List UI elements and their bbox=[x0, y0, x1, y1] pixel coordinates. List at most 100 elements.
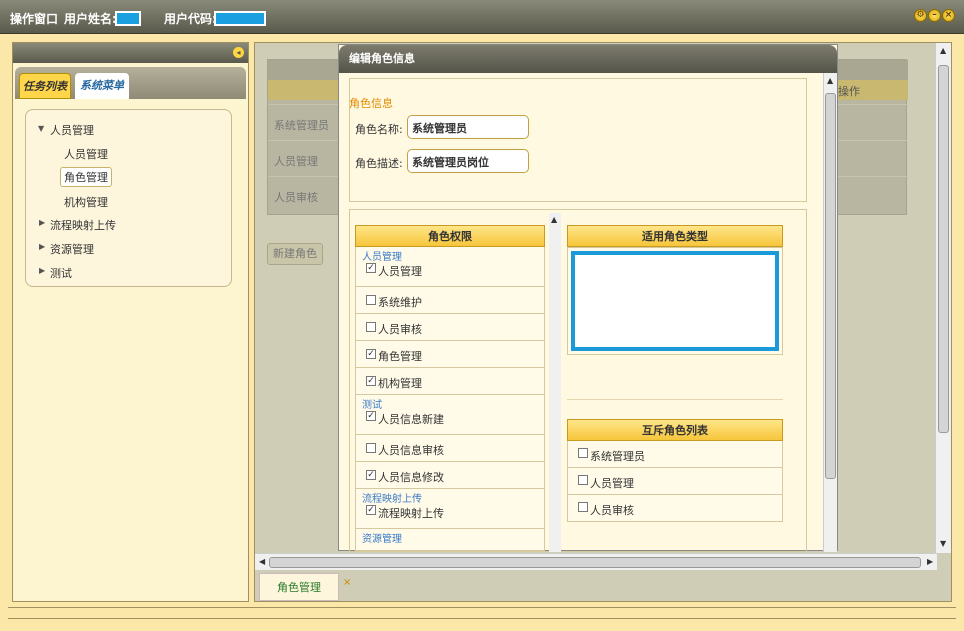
collapse-icon[interactable]: ◂ bbox=[233, 47, 244, 58]
checkbox[interactable] bbox=[366, 322, 376, 332]
mutex-row[interactable]: 人员审核 bbox=[567, 495, 783, 522]
dialog-scrollbar[interactable]: ▲ bbox=[823, 73, 837, 552]
inner-scrollbar[interactable]: ▲ bbox=[549, 213, 561, 552]
mutex-header: 互斥角色列表 bbox=[567, 419, 783, 441]
checkbox[interactable]: ✓ bbox=[366, 349, 376, 359]
permission-row[interactable]: ✓ 角色管理 bbox=[355, 341, 545, 368]
tab-task-list[interactable]: 任务列表 bbox=[19, 73, 71, 99]
checkbox[interactable] bbox=[578, 502, 588, 512]
group-label: 人员管理 bbox=[362, 252, 402, 263]
menu-tree: ▼ 人员管理 人员管理 角色管理 机构管理 ▶ 流程映射上传 ▶ 资源管理 ▶ … bbox=[25, 109, 232, 287]
user-code-label: 用户代码: bbox=[164, 12, 217, 26]
permission-label: 人员信息审核 bbox=[378, 444, 444, 457]
permission-row[interactable]: ✓ 人员信息修改 bbox=[355, 462, 545, 489]
permission-row[interactable]: 系统维护 bbox=[355, 287, 545, 314]
mutex-row[interactable]: 人员管理 bbox=[567, 468, 783, 495]
window-label: 操作窗口 bbox=[10, 12, 59, 26]
tree-item-role[interactable]: 角色管理 bbox=[60, 167, 112, 187]
minimize-icon[interactable]: – bbox=[928, 9, 941, 22]
checkbox[interactable]: ✓ bbox=[366, 411, 376, 421]
permission-row[interactable]: 流程映射上传 ✓ 流程映射上传 bbox=[355, 489, 545, 529]
tree-item-user[interactable]: 人员管理 bbox=[64, 146, 108, 162]
edit-role-dialog: 编辑角色信息 ▲ 角色信息 角色名称: 系统管理员 角色描述: 系统管理员岗位 … bbox=[338, 44, 838, 552]
checkbox[interactable]: ✓ bbox=[366, 263, 376, 273]
left-panel-header: ◂ bbox=[13, 43, 248, 63]
settings-icon[interactable]: ⚙ bbox=[914, 9, 927, 22]
permissions-table: 角色权限 人员管理 ✓ 人员管理 系统维护 人员审核 ✓ 角色管理 ✓ 机构管理… bbox=[355, 225, 545, 551]
checkbox[interactable] bbox=[578, 448, 588, 458]
action-header: 操作 bbox=[838, 85, 860, 98]
tab-role-management[interactable]: 角色管理 bbox=[259, 573, 339, 601]
role-name-input[interactable]: 系统管理员 bbox=[407, 115, 529, 139]
role-desc-input[interactable]: 系统管理员岗位 bbox=[407, 149, 529, 173]
checkbox[interactable]: ✓ bbox=[366, 470, 376, 480]
scroll-up-icon[interactable]: ▲ bbox=[940, 46, 946, 55]
permission-row[interactable]: 资源管理 bbox=[355, 529, 545, 551]
permission-label: 人员信息修改 bbox=[378, 471, 444, 484]
group-label: 流程映射上传 bbox=[362, 494, 422, 505]
scroll-thumb[interactable] bbox=[825, 93, 836, 479]
close-icon[interactable]: × bbox=[942, 9, 955, 22]
permission-label: 人员管理 bbox=[378, 265, 422, 278]
close-tab-icon[interactable]: × bbox=[343, 577, 351, 588]
scroll-thumb[interactable] bbox=[269, 557, 921, 568]
user-code-value bbox=[214, 11, 266, 26]
role-type-list bbox=[567, 247, 783, 355]
permission-label: 机构管理 bbox=[378, 377, 422, 390]
permission-row[interactable]: ✓ 机构管理 bbox=[355, 368, 545, 395]
checkbox[interactable] bbox=[578, 475, 588, 485]
permission-label: 流程映射上传 bbox=[378, 507, 444, 520]
checkbox[interactable]: ✓ bbox=[366, 376, 376, 386]
scroll-down-icon[interactable]: ▼ bbox=[940, 539, 946, 548]
scroll-left-icon[interactable]: ◀ bbox=[259, 557, 265, 566]
new-role-button[interactable]: 新建角色 bbox=[267, 243, 323, 265]
tab-system-menu[interactable]: 系统菜单 bbox=[75, 73, 129, 99]
permission-row[interactable]: 人员信息审核 bbox=[355, 435, 545, 462]
group-label: 测试 bbox=[362, 400, 382, 411]
scroll-up-icon[interactable]: ▲ bbox=[551, 215, 557, 224]
role-type-header: 适用角色类型 bbox=[567, 225, 783, 247]
scroll-right-icon[interactable]: ▶ bbox=[927, 557, 933, 566]
tree-item-org[interactable]: 机构管理 bbox=[64, 194, 108, 210]
tree-item-flow[interactable]: 流程映射上传 bbox=[50, 217, 116, 233]
caret-right-icon[interactable]: ▶ bbox=[39, 266, 45, 275]
checkbox[interactable] bbox=[366, 295, 376, 305]
left-tabs: 任务列表 系统菜单 bbox=[15, 67, 246, 99]
desc-label: 角色描述: bbox=[355, 157, 403, 170]
permission-label: 人员审核 bbox=[378, 323, 422, 336]
mutex-label: 系统管理员 bbox=[590, 450, 645, 463]
caret-right-icon[interactable]: ▶ bbox=[39, 242, 45, 251]
mutex-row[interactable]: 系统管理员 bbox=[567, 441, 783, 468]
section-legend: 角色信息 bbox=[349, 97, 393, 110]
tree-item-test[interactable]: 测试 bbox=[50, 265, 72, 281]
role-type-table: 适用角色类型 bbox=[567, 225, 783, 355]
permission-label: 系统维护 bbox=[378, 296, 422, 309]
name-label: 角色名称: bbox=[355, 123, 403, 136]
main-vertical-scrollbar[interactable]: ▲ ▼ bbox=[935, 43, 951, 553]
tree-item-resource[interactable]: 资源管理 bbox=[50, 241, 94, 257]
mutex-label: 人员审核 bbox=[590, 504, 634, 517]
tree-item-user-mgmt[interactable]: 人员管理 bbox=[50, 122, 94, 138]
role-info-section bbox=[349, 78, 807, 202]
group-label: 资源管理 bbox=[362, 534, 402, 545]
caret-down-icon[interactable]: ▼ bbox=[38, 124, 44, 133]
scroll-up-icon[interactable]: ▲ bbox=[827, 76, 833, 85]
permissions-header: 角色权限 bbox=[355, 225, 545, 247]
dialog-title: 编辑角色信息 bbox=[339, 45, 837, 73]
permission-row[interactable]: 测试 ✓ 人员信息新建 bbox=[355, 395, 545, 435]
status-bar bbox=[8, 607, 956, 619]
scroll-thumb[interactable] bbox=[938, 65, 949, 433]
permission-label: 人员信息新建 bbox=[378, 413, 444, 426]
title-bar: 操作窗口 用户姓名: 用户代码: ⚙ – × bbox=[0, 0, 964, 34]
mutex-role-table: 互斥角色列表 系统管理员 人员管理 人员审核 bbox=[567, 419, 783, 522]
permission-row[interactable]: 人员审核 bbox=[355, 314, 545, 341]
checkbox[interactable]: ✓ bbox=[366, 505, 376, 515]
role-type-listbox[interactable] bbox=[571, 251, 779, 351]
user-name-label: 用户姓名: bbox=[64, 12, 117, 26]
checkbox[interactable] bbox=[366, 443, 376, 453]
user-name-value bbox=[115, 11, 141, 26]
divider bbox=[567, 399, 783, 400]
main-horizontal-scrollbar[interactable]: ◀ ▶ bbox=[255, 553, 937, 570]
permission-row[interactable]: 人员管理 ✓ 人员管理 bbox=[355, 247, 545, 287]
caret-right-icon[interactable]: ▶ bbox=[39, 218, 45, 227]
